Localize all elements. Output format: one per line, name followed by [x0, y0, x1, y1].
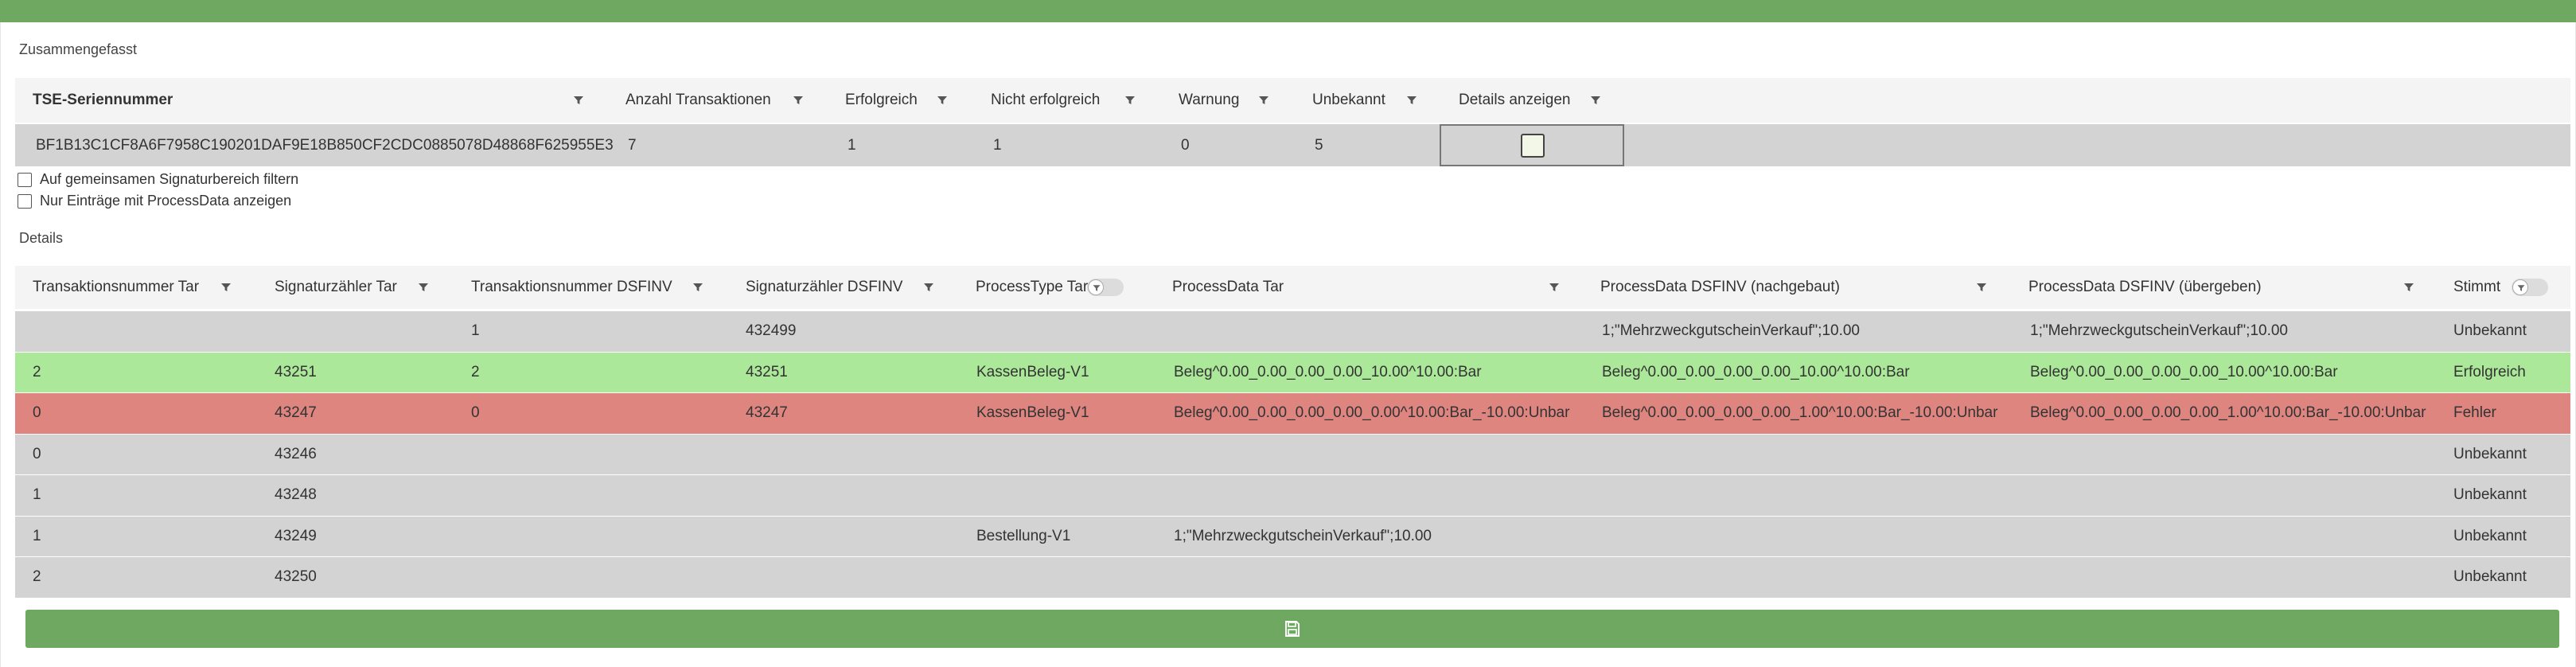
table-cell: Beleg^0.00_0.00_0.00_0.00_1.00^10.00:Bar…	[1602, 404, 1998, 422]
failed-value: 1	[993, 136, 1002, 154]
details-toggle-cell	[1440, 124, 1624, 166]
table-cell: 1;"MehrzweckgutscheinVerkauf";10.00	[1602, 322, 1861, 340]
col-failed[interactable]: Nicht erfolgreich	[991, 78, 1100, 123]
top-accent-bar	[0, 0, 2576, 22]
table-cell: Beleg^0.00_0.00_0.00_0.00_10.00^10.00:Ba…	[2030, 363, 2338, 380]
filter-signature-option[interactable]: Auf gemeinsamen Signaturbereich filtern	[18, 171, 298, 188]
unknown-value: 5	[1315, 136, 1323, 154]
filter-icon[interactable]	[936, 94, 949, 107]
table-row[interactable]: 1 43248 Unbekannt	[15, 475, 2570, 516]
table-row[interactable]: 0 43247 0 43247 KassenBeleg-V1 Beleg^0.00_0.0…	[15, 393, 2570, 434]
col-details[interactable]: Details anzeigen	[1459, 78, 1570, 123]
details-title: Details	[19, 230, 64, 246]
filter-icon[interactable]	[1124, 94, 1136, 107]
details-header: Transaktionsnummer Tar Signaturzähler Ta…	[15, 266, 2570, 309]
details-checkbox[interactable]	[1521, 134, 1545, 158]
table-cell: 43251	[746, 363, 788, 380]
col-sig-tar[interactable]: Signaturzähler Tar	[275, 266, 397, 309]
filter-icon[interactable]	[1257, 94, 1270, 107]
summary-title: Zusammengefasst	[19, 41, 138, 57]
warning-value: 0	[1181, 136, 1190, 154]
col-success[interactable]: Erfolgreich	[845, 78, 918, 123]
save-icon	[1285, 621, 1300, 637]
processtype-filter-toggle[interactable]	[1087, 279, 1124, 296]
summary-row[interactable]: BF1B13C1CF8A6F7958C190201DAF9E18B850CF2C…	[15, 124, 2570, 166]
table-cell: 2	[33, 568, 41, 586]
table-row[interactable]: 1 43249 Bestellung-V1 1;"Mehrzweckgutschein…	[15, 516, 2570, 556]
success-value: 1	[848, 136, 856, 154]
table-cell: Unbekannt	[2453, 486, 2527, 504]
processdata-only-option[interactable]: Nur Einträge mit ProcessData anzeigen	[18, 193, 291, 209]
table-row[interactable]: 2 43251 2 43251 KassenBeleg-V1 Beleg^0.00_0.0…	[15, 352, 2570, 392]
table-cell: 43247	[746, 404, 788, 422]
filter-icon[interactable]	[922, 281, 935, 294]
col-processdata-rebuilt[interactable]: ProcessData DSFINV (nachgebaut)	[1600, 266, 1840, 309]
table-cell: 2	[471, 363, 480, 380]
table-cell: 1	[471, 322, 480, 340]
filter-icon[interactable]	[417, 281, 430, 294]
table-cell: 43247	[275, 404, 317, 422]
table-cell: 0	[471, 404, 480, 422]
processdata-only-checkbox[interactable]	[18, 193, 32, 209]
col-processtype-tar[interactable]: ProcessType Tar	[976, 266, 1088, 309]
table-cell: Beleg^0.00_0.00_0.00_0.00_10.00^10.00:Ba…	[1174, 363, 1482, 380]
filter-icon[interactable]	[792, 94, 805, 107]
match-filter-toggle[interactable]	[2512, 279, 2548, 296]
col-match[interactable]: Stimmt	[2453, 266, 2500, 309]
table-row[interactable]: 1 432499 1;"MehrzweckgutscheinVerkauf";10.…	[15, 311, 2570, 352]
table-cell: 43249	[275, 527, 317, 544]
filter-icon[interactable]	[1975, 281, 1988, 294]
filter-signature-label: Auf gemeinsamen Signaturbereich filtern	[40, 171, 299, 187]
filter-icon[interactable]	[220, 281, 232, 294]
table-cell: 43251	[275, 363, 317, 380]
table-cell: 43246	[275, 445, 317, 462]
table-cell: KassenBeleg-V1	[976, 363, 1089, 380]
filter-icon[interactable]	[692, 281, 704, 294]
table-cell: 1	[33, 486, 41, 504]
table-row[interactable]: 0 43246 Unbekannt	[15, 434, 2570, 474]
col-warning[interactable]: Warnung	[1179, 78, 1239, 123]
col-trans-tar[interactable]: Transaktionsnummer Tar	[33, 266, 199, 309]
table-cell: Beleg^0.00_0.00_0.00_0.00_10.00^10.00:Ba…	[1602, 363, 1910, 380]
table-row[interactable]: 2 43250 Unbekannt	[15, 557, 2570, 598]
filter-icon[interactable]	[572, 94, 585, 107]
table-cell: 43248	[275, 486, 317, 504]
filter-icon[interactable]	[2403, 281, 2415, 294]
col-sig-dsfinv[interactable]: Signaturzähler DSFINV	[746, 266, 902, 309]
table-cell: Unbekannt	[2453, 527, 2527, 544]
table-cell: Beleg^0.00_0.00_0.00_0.00_1.00^10.00:Bar…	[2030, 404, 2426, 422]
table-cell: Unbekannt	[2453, 322, 2527, 340]
table-cell: 0	[33, 445, 41, 462]
table-cell: 1;"MehrzweckgutscheinVerkauf";10.00	[2030, 322, 2289, 340]
processdata-only-label: Nur Einträge mit ProcessData anzeigen	[40, 193, 292, 209]
summary-header: TSE-Seriennummer Anzahl Transaktionen Er…	[15, 78, 2570, 123]
table-cell: 1	[33, 527, 41, 544]
table-cell: Bestellung-V1	[976, 527, 1071, 544]
table-cell: 43250	[275, 568, 317, 586]
table-cell: 2	[33, 363, 41, 380]
table-cell: KassenBeleg-V1	[976, 404, 1089, 422]
filter-icon[interactable]	[1548, 281, 1561, 294]
table-cell: Unbekannt	[2453, 445, 2527, 462]
col-count[interactable]: Anzahl Transaktionen	[625, 78, 771, 123]
col-unknown[interactable]: Unbekannt	[1312, 78, 1385, 123]
table-cell: 432499	[746, 322, 797, 340]
filter-icon[interactable]	[1589, 94, 1602, 107]
table-cell: Beleg^0.00_0.00_0.00_0.00_0.00^10.00:Bar…	[1174, 404, 1570, 422]
table-cell: Erfolgreich	[2453, 363, 2526, 380]
col-processdata-passed[interactable]: ProcessData DSFINV (übergeben)	[2028, 266, 2262, 309]
col-trans-dsfinv[interactable]: Transaktionsnummer DSFINV	[471, 266, 672, 309]
count-value: 7	[628, 136, 637, 154]
filter-signature-checkbox[interactable]	[18, 172, 32, 187]
table-cell: Fehler	[2453, 404, 2496, 422]
save-button[interactable]	[25, 610, 2559, 648]
col-tse-serial[interactable]: TSE-Seriennummer	[33, 78, 173, 123]
tse-serial-value: BF1B13C1CF8A6F7958C190201DAF9E18B850CF2C…	[36, 136, 614, 154]
table-cell: 1;"MehrzweckgutscheinVerkauf";10.00	[1174, 527, 1432, 544]
col-processdata-tar[interactable]: ProcessData Tar	[1172, 266, 1284, 309]
filter-icon[interactable]	[1405, 94, 1418, 107]
table-cell: 0	[33, 404, 41, 422]
table-cell: Unbekannt	[2453, 568, 2527, 586]
